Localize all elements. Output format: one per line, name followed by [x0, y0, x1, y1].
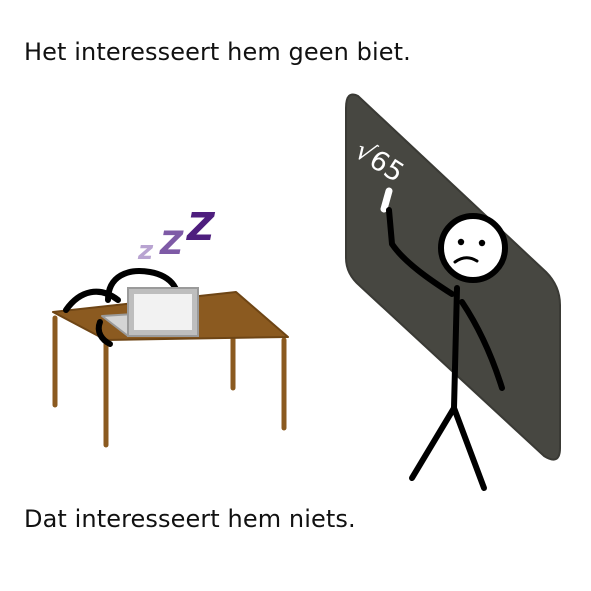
sleep-letter-small: z [137, 236, 154, 266]
sleep-letter-large: Z [186, 205, 216, 249]
sleep-letters: z Z Z [137, 205, 216, 266]
teacher-eye-left [457, 238, 465, 246]
sleep-letter-medium: Z [159, 224, 184, 262]
teacher-scene: √65 [345, 93, 561, 491]
teacher-eye-right [478, 239, 486, 247]
sleeping-student-scene: z Z Z [52, 205, 289, 448]
teacher-head [438, 213, 508, 283]
illustration: z Z Z √65 [52, 93, 561, 491]
caption-bottom: Dat interesseert hem niets. [24, 505, 356, 533]
chalk-piece [380, 187, 393, 213]
